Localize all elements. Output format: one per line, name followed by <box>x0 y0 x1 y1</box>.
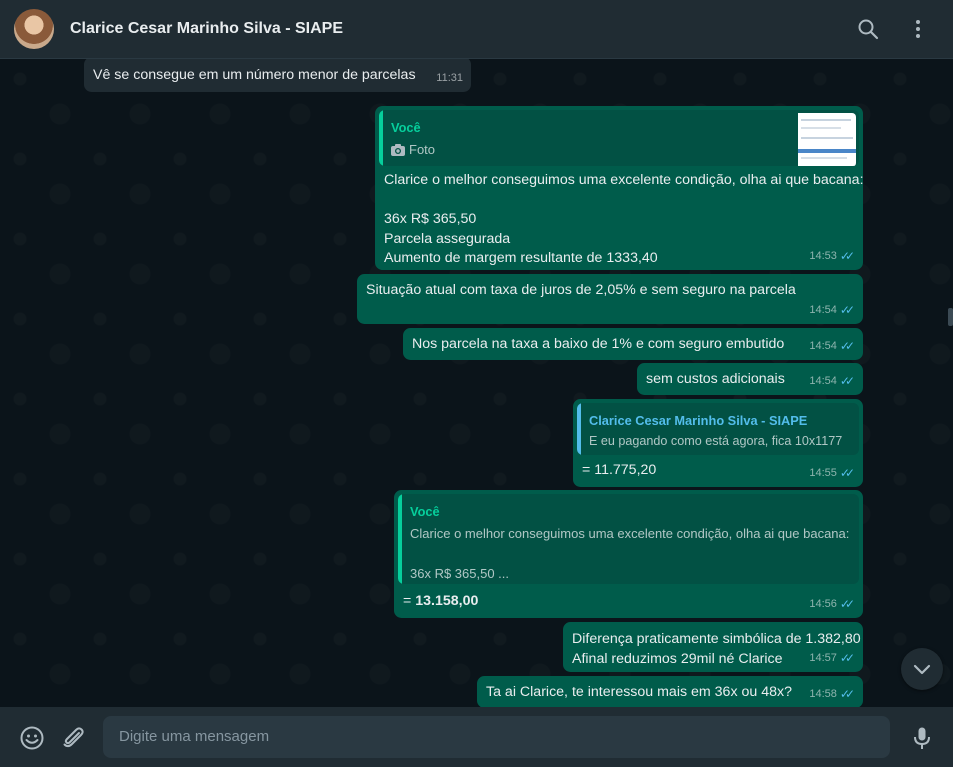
message-text: = 11.775,20 <box>582 462 657 478</box>
message-text: Clarice o melhor conseguimos uma excelen… <box>384 172 864 266</box>
quote-text: Foto <box>409 142 436 157</box>
scroll-to-bottom-button[interactable] <box>901 648 943 690</box>
message-time: 14:58 <box>809 688 837 700</box>
double-check-icon: ✓✓ <box>839 466 855 480</box>
double-check-icon: ✓✓ <box>839 339 855 353</box>
message-time: 14:54 <box>809 304 837 316</box>
quote-author: Clarice Cesar Marinho Silva - SIAPE <box>589 413 808 428</box>
message-text: Vê se consegue em um número menor de par… <box>93 67 416 83</box>
message-meta: 14:58 ✓✓ <box>809 685 855 704</box>
message-meta: 14:54 ✓✓ <box>809 372 855 391</box>
message-text-prefix: = <box>403 593 416 609</box>
search-icon[interactable] <box>856 17 880 41</box>
message-time: 14:54 <box>809 340 837 352</box>
message-meta: 14:54 ✓✓ <box>809 301 855 320</box>
message-text: = 13.158,00 <box>403 592 478 611</box>
double-check-icon: ✓✓ <box>839 374 855 388</box>
message-time: 11:31 <box>436 72 463 84</box>
message-outgoing[interactable]: Você Clarice o melhor conseguimos uma ex… <box>394 490 863 618</box>
quote-text: E eu pagando como está agora, fica 10x11… <box>589 434 843 448</box>
mic-icon[interactable] <box>909 725 935 751</box>
message-outgoing[interactable]: Situação atual com taxa de juros de 2,05… <box>357 274 863 324</box>
quote-author: Você <box>391 120 421 135</box>
message-outgoing[interactable]: Você Foto Clarice o melhor conseguimos u… <box>375 106 864 270</box>
photo-thumbnail[interactable] <box>798 113 856 166</box>
message-meta: 14:53 ✓✓ <box>809 247 855 266</box>
message-meta: 14:54 ✓✓ <box>809 337 855 356</box>
message-time: 14:53 <box>809 250 837 262</box>
message-text: sem custos adicionais <box>646 371 785 387</box>
quote-text-row: Foto <box>391 140 435 159</box>
quoted-message[interactable]: Clarice Cesar Marinho Silva - SIAPE E eu… <box>577 403 859 455</box>
double-check-icon: ✓✓ <box>839 597 855 611</box>
quote-author: Você <box>410 504 440 519</box>
message-text: Situação atual com taxa de juros de 2,05… <box>366 282 796 298</box>
quoted-message[interactable]: Você Foto <box>379 110 859 166</box>
message-meta: 14:56 ✓✓ <box>809 595 855 614</box>
menu-icon[interactable] <box>906 17 930 41</box>
quote-bar <box>379 110 383 166</box>
chevron-down-icon <box>913 664 931 675</box>
message-time: 14:56 <box>809 598 837 610</box>
chat-header: Clarice Cesar Marinho Silva - SIAPE <box>0 0 953 59</box>
message-list[interactable]: Vê se consegue em um número menor de par… <box>0 59 953 707</box>
message-outgoing[interactable]: Ta ai Clarice, te interessou mais em 36x… <box>477 676 863 707</box>
double-check-icon: ✓✓ <box>839 687 855 701</box>
contact-name[interactable]: Clarice Cesar Marinho Silva - SIAPE <box>70 20 343 38</box>
message-time: 14:54 <box>809 375 837 387</box>
message-meta: 14:55 ✓✓ <box>809 464 855 483</box>
message-incoming[interactable]: Vê se consegue em um número menor de par… <box>84 59 471 92</box>
quote-text-line: Clarice o melhor conseguimos uma excelen… <box>410 526 850 541</box>
message-time: 14:55 <box>809 467 837 479</box>
quoted-message[interactable]: Você Clarice o melhor conseguimos uma ex… <box>398 494 859 584</box>
quote-bar <box>398 494 402 584</box>
contact-avatar[interactable] <box>14 9 54 49</box>
message-input-box[interactable] <box>103 716 890 758</box>
scrollbar[interactable] <box>948 308 953 326</box>
quote-bar <box>577 403 581 455</box>
camera-icon <box>391 143 405 156</box>
quote-text-line: 36x R$ 365,50 ... <box>410 566 510 581</box>
double-check-icon: ✓✓ <box>839 651 855 665</box>
message-outgoing[interactable]: sem custos adicionais 14:54 ✓✓ <box>637 363 863 395</box>
message-outgoing[interactable]: Clarice Cesar Marinho Silva - SIAPE E eu… <box>573 399 863 487</box>
message-text-bold: 13.158,00 <box>415 593 479 609</box>
message-outgoing[interactable]: Nos parcela na taxa a baixo de 1% e com … <box>403 328 863 360</box>
message-text: Ta ai Clarice, te interessou mais em 36x… <box>486 684 792 700</box>
composer-bar <box>0 707 953 767</box>
attach-icon[interactable] <box>60 725 86 751</box>
message-outgoing[interactable]: Diferença praticamente simbólica de 1.38… <box>563 622 863 672</box>
message-text: Nos parcela na taxa a baixo de 1% e com … <box>412 336 785 352</box>
message-input[interactable] <box>117 727 861 746</box>
double-check-icon: ✓✓ <box>839 249 855 263</box>
double-check-icon: ✓✓ <box>839 303 855 317</box>
emoji-icon[interactable] <box>19 725 45 751</box>
message-meta: 11:31 <box>436 69 463 88</box>
message-time: 14:57 <box>809 652 837 664</box>
message-meta: 14:57 ✓✓ <box>809 649 855 668</box>
